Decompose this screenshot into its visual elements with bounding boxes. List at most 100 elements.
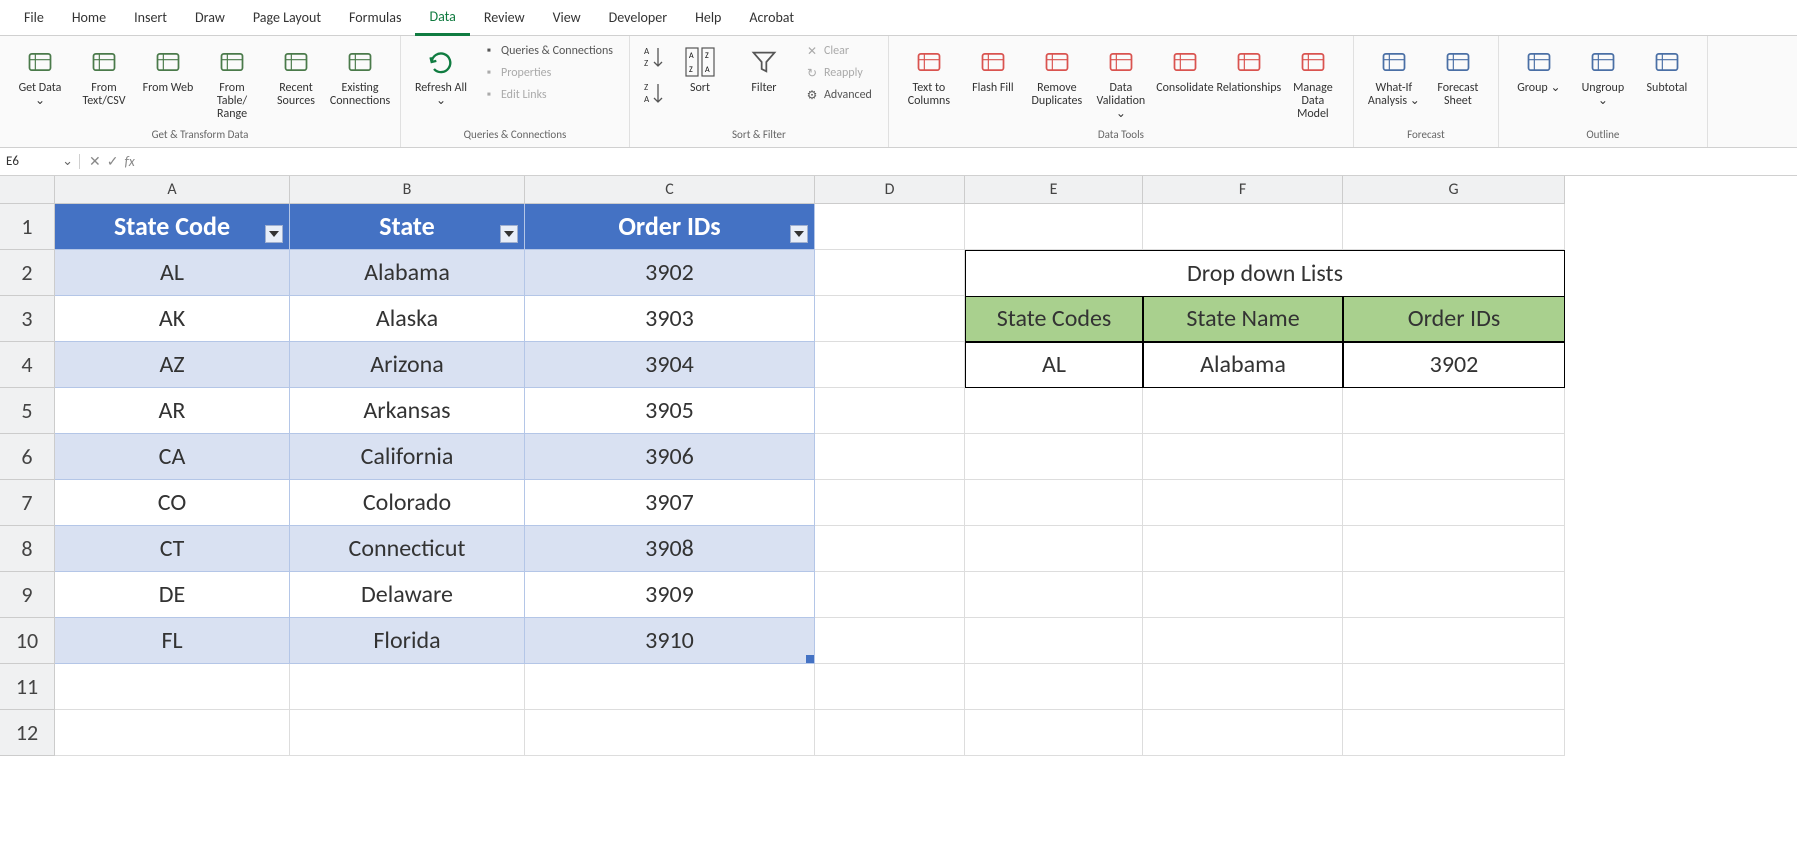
column-header-B[interactable]: B	[290, 176, 525, 203]
cell-D7[interactable]	[815, 480, 965, 526]
cell-D8[interactable]	[815, 526, 965, 572]
ungroup-button[interactable]: Ungroup ⌄	[1571, 40, 1635, 112]
column-header-A[interactable]: A	[55, 176, 290, 203]
cell-B9[interactable]: Delaware	[290, 572, 525, 618]
cell-F7[interactable]	[1143, 480, 1343, 526]
cell-F12[interactable]	[1143, 710, 1343, 756]
cell-D12[interactable]	[815, 710, 965, 756]
cell-C5[interactable]: 3905	[525, 388, 815, 434]
cell-F6[interactable]	[1143, 434, 1343, 480]
cell-E10[interactable]	[965, 618, 1143, 664]
cell-A11[interactable]	[55, 664, 290, 710]
row-header-9[interactable]: 9	[0, 572, 55, 618]
existing-connections-button[interactable]: Existing Connections	[328, 40, 392, 112]
row-header-3[interactable]: 3	[0, 296, 55, 342]
cell-E2-merged[interactable]: Drop down Lists	[965, 250, 1565, 296]
cell-A9[interactable]: DE	[55, 572, 290, 618]
from-text-csv-button[interactable]: From Text/CSV	[72, 40, 136, 112]
cell-A6[interactable]: CA	[55, 434, 290, 480]
cell-G7[interactable]	[1343, 480, 1565, 526]
row-header-11[interactable]: 11	[0, 664, 55, 710]
subtotal-button[interactable]: Subtotal	[1635, 40, 1699, 99]
cell-C8[interactable]: 3908	[525, 526, 815, 572]
filter-dropdown-icon[interactable]	[790, 225, 808, 243]
cell-A2[interactable]: AL	[55, 250, 290, 296]
cancel-icon[interactable]: ✕	[89, 153, 101, 170]
column-header-C[interactable]: C	[525, 176, 815, 203]
cell-B3[interactable]: Alaska	[290, 296, 525, 342]
cell-F5[interactable]	[1143, 388, 1343, 434]
manage-data-model-button[interactable]: Manage Data Model	[1281, 40, 1345, 126]
row-header-1[interactable]: 1	[0, 204, 55, 250]
queries-connections-button[interactable]: ▪Queries & Connections	[477, 40, 617, 62]
cell-C3[interactable]: 3903	[525, 296, 815, 342]
cell-G5[interactable]	[1343, 388, 1565, 434]
select-all-corner[interactable]	[0, 176, 55, 204]
cell-G6[interactable]	[1343, 434, 1565, 480]
filter-button[interactable]: Filter	[732, 40, 796, 99]
cell-B10[interactable]: Florida	[290, 618, 525, 664]
tab-developer[interactable]: Developer	[595, 1, 681, 34]
cell-E3[interactable]: State Codes	[965, 296, 1143, 342]
cell-A1[interactable]: State Code	[55, 204, 290, 250]
column-header-E[interactable]: E	[965, 176, 1143, 203]
cell-D1[interactable]	[815, 204, 965, 250]
cell-C2[interactable]: 3902	[525, 250, 815, 296]
row-header-10[interactable]: 10	[0, 618, 55, 664]
tab-page-layout[interactable]: Page Layout	[239, 1, 335, 34]
tab-insert[interactable]: Insert	[120, 1, 181, 34]
forecast-sheet-button[interactable]: Forecast Sheet	[1426, 40, 1490, 112]
table-resize-handle[interactable]	[806, 655, 814, 663]
row-header-5[interactable]: 5	[0, 388, 55, 434]
tab-draw[interactable]: Draw	[181, 1, 239, 34]
filter-dropdown-icon[interactable]	[500, 225, 518, 243]
cell-G11[interactable]	[1343, 664, 1565, 710]
cell-D6[interactable]	[815, 434, 965, 480]
cell-B1[interactable]: State	[290, 204, 525, 250]
cell-D11[interactable]	[815, 664, 965, 710]
cell-B12[interactable]	[290, 710, 525, 756]
cell-F1[interactable]	[1143, 204, 1343, 250]
tab-data[interactable]: Data	[415, 0, 469, 36]
column-header-D[interactable]: D	[815, 176, 965, 203]
cell-D2[interactable]	[815, 250, 965, 296]
formula-input[interactable]	[144, 154, 1797, 169]
cell-E11[interactable]	[965, 664, 1143, 710]
tab-file[interactable]: File	[10, 1, 58, 34]
tab-formulas[interactable]: Formulas	[335, 1, 415, 34]
what-if-analysis-button[interactable]: What-If Analysis ⌄	[1362, 40, 1426, 112]
sort-descending-button[interactable]: ZA	[638, 76, 668, 112]
cell-F4[interactable]: Alabama	[1143, 342, 1343, 388]
cell-F8[interactable]	[1143, 526, 1343, 572]
tab-acrobat[interactable]: Acrobat	[735, 1, 808, 34]
row-header-7[interactable]: 7	[0, 480, 55, 526]
cell-E12[interactable]	[965, 710, 1143, 756]
cell-E1[interactable]	[965, 204, 1143, 250]
cell-F9[interactable]	[1143, 572, 1343, 618]
cell-B7[interactable]: Colorado	[290, 480, 525, 526]
from-table-range-button[interactable]: From Table/Range	[200, 40, 264, 126]
cell-G4[interactable]: 3902	[1343, 342, 1565, 388]
confirm-icon[interactable]: ✓	[107, 153, 119, 170]
cell-C7[interactable]: 3907	[525, 480, 815, 526]
cell-D4[interactable]	[815, 342, 965, 388]
cell-G1[interactable]	[1343, 204, 1565, 250]
cell-E5[interactable]	[965, 388, 1143, 434]
cell-G9[interactable]	[1343, 572, 1565, 618]
advanced-button[interactable]: ⚙Advanced	[800, 84, 876, 106]
row-header-6[interactable]: 6	[0, 434, 55, 480]
row-header-2[interactable]: 2	[0, 250, 55, 296]
cell-G12[interactable]	[1343, 710, 1565, 756]
cell-F3[interactable]: State Name	[1143, 296, 1343, 342]
cell-A3[interactable]: AK	[55, 296, 290, 342]
cell-D3[interactable]	[815, 296, 965, 342]
cell-A5[interactable]: AR	[55, 388, 290, 434]
tab-view[interactable]: View	[539, 1, 595, 34]
cell-F10[interactable]	[1143, 618, 1343, 664]
row-header-4[interactable]: 4	[0, 342, 55, 388]
cell-B6[interactable]: California	[290, 434, 525, 480]
refresh-all-button[interactable]: Refresh All ⌄	[409, 40, 473, 112]
name-box[interactable]: E6 ⌄	[0, 154, 80, 169]
cell-G8[interactable]	[1343, 526, 1565, 572]
cell-B4[interactable]: Arizona	[290, 342, 525, 388]
